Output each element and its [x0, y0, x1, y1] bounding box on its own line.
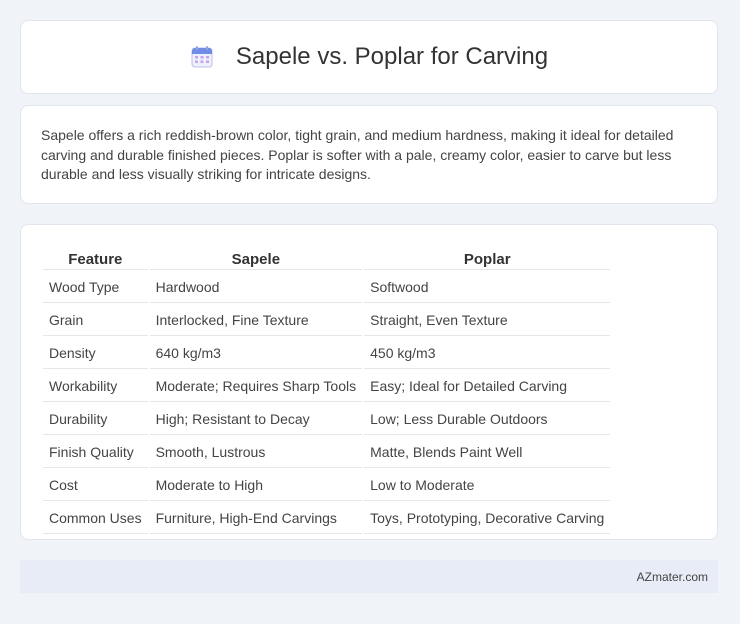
- header-poplar: Poplar: [364, 247, 611, 270]
- summary-card: Sapele offers a rich reddish-brown color…: [20, 105, 718, 204]
- sapele-cell: Furniture, High-End Carvings: [149, 503, 363, 534]
- table-row: Density 640 kg/m3 450 kg/m3: [43, 338, 611, 369]
- feature-cell: Workability: [43, 371, 148, 402]
- header-feature: Feature: [43, 247, 148, 270]
- table-row: Wood Type Hardwood Softwood: [43, 272, 611, 303]
- table-row: Durability High; Resistant to Decay Low;…: [43, 404, 611, 435]
- footer-brand[interactable]: AZmater.com: [637, 570, 708, 584]
- poplar-cell: 450 kg/m3: [364, 338, 611, 369]
- poplar-cell: Matte, Blends Paint Well: [364, 437, 611, 468]
- sapele-cell: 640 kg/m3: [149, 338, 363, 369]
- summary-text: Sapele offers a rich reddish-brown color…: [41, 127, 674, 182]
- comparison-table: Feature Sapele Poplar Wood Type Hardwood…: [41, 245, 612, 536]
- title-card: Sapele vs. Poplar for Carving: [20, 20, 718, 94]
- sapele-cell: High; Resistant to Decay: [149, 404, 363, 435]
- feature-cell: Density: [43, 338, 148, 369]
- sapele-cell: Moderate; Requires Sharp Tools: [149, 371, 363, 402]
- footer-bar: AZmater.com: [20, 560, 718, 593]
- table-row: Cost Moderate to High Low to Moderate: [43, 470, 611, 501]
- poplar-cell: Softwood: [364, 272, 611, 303]
- sapele-cell: Moderate to High: [149, 470, 363, 501]
- feature-cell: Durability: [43, 404, 148, 435]
- poplar-cell: Easy; Ideal for Detailed Carving: [364, 371, 611, 402]
- table-row: Workability Moderate; Requires Sharp Too…: [43, 371, 611, 402]
- comparison-card: Feature Sapele Poplar Wood Type Hardwood…: [20, 224, 718, 540]
- table-row: Grain Interlocked, Fine Texture Straight…: [43, 305, 611, 336]
- feature-cell: Common Uses: [43, 503, 148, 534]
- sapele-cell: Smooth, Lustrous: [149, 437, 363, 468]
- feature-cell: Wood Type: [43, 272, 148, 303]
- feature-cell: Cost: [43, 470, 148, 501]
- feature-cell: Finish Quality: [43, 437, 148, 468]
- table-header-row: Feature Sapele Poplar: [43, 247, 611, 270]
- page-title: Sapele vs. Poplar for Carving: [235, 43, 549, 70]
- poplar-cell: Low; Less Durable Outdoors: [364, 404, 611, 435]
- table-row: Finish Quality Smooth, Lustrous Matte, B…: [43, 437, 611, 468]
- table-row: Common Uses Furniture, High-End Carvings…: [43, 503, 611, 534]
- poplar-cell: Toys, Prototyping, Decorative Carving: [364, 503, 611, 534]
- sapele-cell: Interlocked, Fine Texture: [149, 305, 363, 336]
- calendar-icon: [190, 45, 214, 69]
- sapele-cell: Hardwood: [149, 272, 363, 303]
- poplar-cell: Straight, Even Texture: [364, 305, 611, 336]
- feature-cell: Grain: [43, 305, 148, 336]
- poplar-cell: Low to Moderate: [364, 470, 611, 501]
- header-sapele: Sapele: [149, 247, 363, 270]
